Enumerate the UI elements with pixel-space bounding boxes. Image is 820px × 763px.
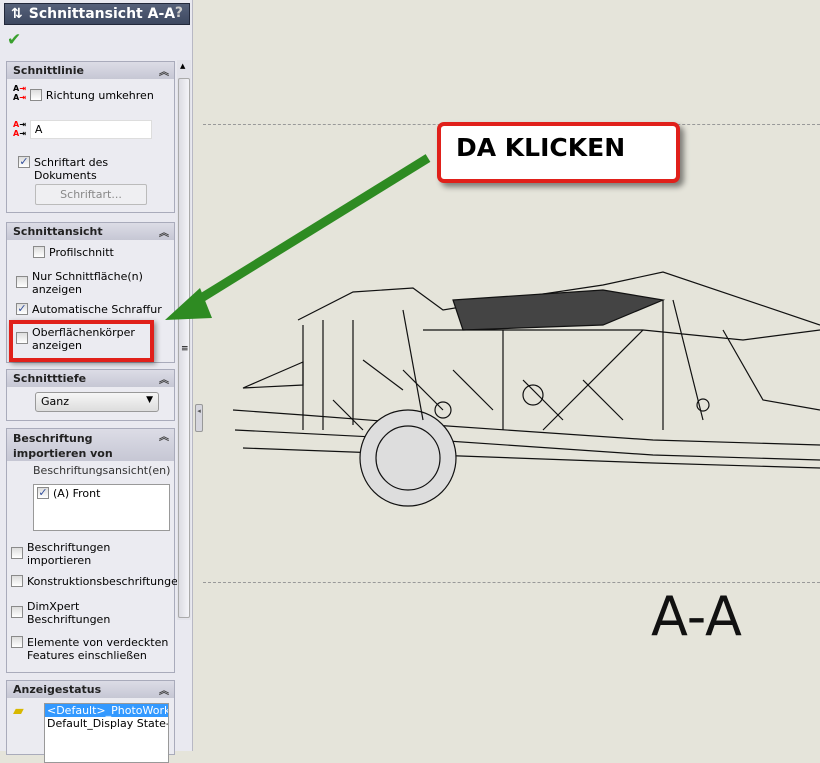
list-item[interactable]: <Default>_PhotoWork <box>45 704 168 717</box>
collapse-icon: ︽ <box>159 432 169 443</box>
label-row: A⇥ A⇥ A <box>13 120 152 139</box>
help-icon[interactable]: ? <box>175 5 183 21</box>
reverse-direction-icon: A⇥ A⇥ <box>13 84 26 102</box>
highlight-box <box>9 320 154 362</box>
konstr-row[interactable]: Konstruktionsbeschriftunge <box>11 575 178 588</box>
collapse-icon: ︽ <box>159 375 169 386</box>
scrollbar-thumb[interactable]: ≡ <box>178 78 190 618</box>
section-header[interactable]: Schnittlinie ︽ <box>7 62 174 79</box>
section-label-input[interactable]: A <box>29 120 152 139</box>
list-item[interactable]: Default_Display State-1 <box>45 717 168 730</box>
hidden-features-checkbox[interactable] <box>11 636 23 648</box>
views-label: Beschriftungsansicht(en) <box>33 464 171 477</box>
section-header[interactable]: Schnittansicht ︽ <box>7 223 174 240</box>
profil-row[interactable]: Profilschnitt <box>33 246 114 259</box>
section-header[interactable]: Schnitttiefe ︽ <box>7 370 174 387</box>
dimxpert-checkbox[interactable] <box>11 606 23 618</box>
reverse-direction-row[interactable]: A⇥ A⇥ Richtung umkehren <box>13 84 154 102</box>
import-checkbox[interactable] <box>11 547 23 559</box>
view-checkbox[interactable]: ✓ <box>37 487 49 499</box>
display-state-icon: ▰ <box>13 703 24 719</box>
section-anzeigestatus: Anzeigestatus ︽ ▰ <Default>_PhotoWork Def… <box>6 680 175 763</box>
dropdown-arrow-icon: ▼ <box>146 395 153 405</box>
collapse-icon: ︽ <box>159 686 169 697</box>
drawing-canvas[interactable]: A-A <box>203 0 820 751</box>
section-view-icon: ⇅ <box>11 6 23 22</box>
callout-box: DA KLICKEN <box>437 122 680 183</box>
dimxpert-row[interactable]: DimXpert Beschriftungen <box>11 600 131 626</box>
panel-scrollbar[interactable]: ▲ ≡ <box>177 60 191 620</box>
konstr-checkbox[interactable] <box>11 575 23 587</box>
property-manager: ⇅ Schnittansicht A-A? ✔ Schnittlinie ︽ A⇥ A… <box>0 0 193 763</box>
grip-icon: ≡ <box>181 344 189 354</box>
panel-splitter-handle[interactable]: ◂ <box>195 404 203 432</box>
reverse-direction-checkbox[interactable] <box>29 89 42 101</box>
collapse-icon: ︽ <box>159 228 169 239</box>
depth-select[interactable]: Ganz ▼ <box>35 392 159 412</box>
profil-checkbox[interactable] <box>33 246 45 258</box>
scroll-up-icon: ▲ <box>180 62 186 70</box>
auto-row[interactable]: ✓ Automatische Schraffur <box>16 303 162 316</box>
section-header[interactable]: Beschriftung importieren von ︽ <box>7 429 174 461</box>
section-beschriftung: Beschriftung importieren von ︽ Beschriftu… <box>6 428 178 673</box>
doc-font-checkbox[interactable]: ✓ <box>18 156 30 168</box>
collapse-icon: ︽ <box>159 67 169 78</box>
ok-checkmark-icon[interactable]: ✔ <box>7 30 21 50</box>
section-header[interactable]: Anzeigestatus ︽ <box>7 681 174 698</box>
section-view-label: A-A <box>651 585 742 648</box>
font-button[interactable]: Schriftart... <box>35 184 147 205</box>
nur-row[interactable]: Nur Schnittfläche(n) anzeigen <box>16 270 166 296</box>
auto-hatch-checkbox[interactable]: ✓ <box>16 303 28 315</box>
section-schnittlinie: Schnittlinie ︽ A⇥ A⇥ Richtung umkehren A⇥ A… <box>6 61 175 213</box>
list-item[interactable]: ✓ (A) Front <box>37 487 166 500</box>
display-state-list[interactable]: <Default>_PhotoWork Default_Display Stat… <box>44 703 169 763</box>
nur-checkbox[interactable] <box>16 276 28 288</box>
panel-title-bar: ⇅ Schnittansicht A-A? <box>4 3 190 25</box>
views-list[interactable]: ✓ (A) Front <box>33 484 170 531</box>
doc-font-row[interactable]: ✓ Schriftart des Dokuments <box>18 156 174 182</box>
import-row[interactable]: Beschriftungen importieren <box>11 541 161 567</box>
panel-title: Schnittansicht A-A <box>28 6 176 22</box>
hidden-features-row[interactable]: Elemente von verdeckten Features einschl… <box>11 636 171 662</box>
section-label-icon: A⇥ A⇥ <box>13 120 26 138</box>
section-schnitttiefe: Schnitttiefe ︽ Ganz ▼ <box>6 369 175 421</box>
